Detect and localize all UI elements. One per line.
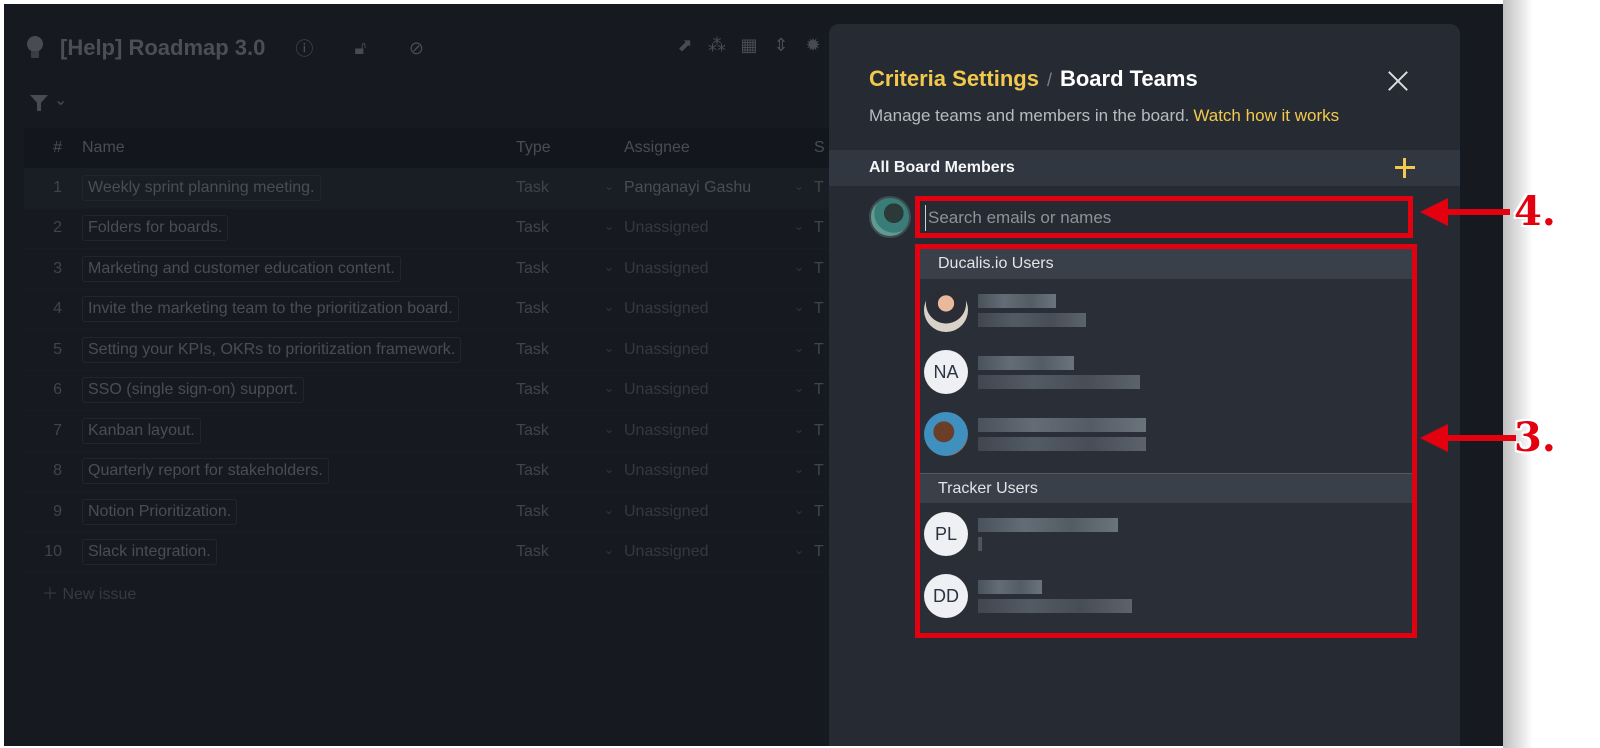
subtitle-text: Manage teams and members in the board. xyxy=(869,106,1190,125)
redacted-user-info xyxy=(978,579,1132,613)
avatar: PL xyxy=(924,512,968,556)
user-suggestion[interactable]: PL xyxy=(920,503,1412,565)
group-header-ducalis: Ducalis.io Users xyxy=(920,249,1412,279)
avatar: NA xyxy=(924,350,968,394)
callout-label-4: 4. xyxy=(1514,188,1556,235)
redacted-user-info xyxy=(978,293,1086,327)
window-shadow xyxy=(1503,0,1533,748)
user-suggestion[interactable] xyxy=(920,403,1412,465)
user-suggestion[interactable] xyxy=(920,279,1412,341)
redacted-user-info xyxy=(978,355,1140,389)
close-icon[interactable] xyxy=(1385,68,1411,94)
panel-subtitle: Manage teams and members in the board. Wa… xyxy=(869,106,1339,126)
all-members-label: All Board Members xyxy=(869,159,1015,176)
avatar xyxy=(924,412,968,456)
search-highlight-box xyxy=(915,196,1413,238)
avatar xyxy=(924,288,968,332)
board-teams-panel: Criteria Settings / Board Teams Manage t… xyxy=(829,24,1460,746)
search-input[interactable] xyxy=(925,205,1405,231)
redacted-user-info xyxy=(978,417,1146,451)
app-window: [Help] Roadmap 3.0 ⓘ 🔓︎ ⊘ ⬈ ⁂ ▦ ⇕ ✹ ⌄ # … xyxy=(4,4,1503,746)
callout-label-3: 3. xyxy=(1514,414,1556,461)
watch-how-it-works-link[interactable]: Watch how it works xyxy=(1193,106,1339,125)
group-header-tracker: Tracker Users xyxy=(920,473,1412,503)
breadcrumb-board-teams: Board Teams xyxy=(1059,66,1198,91)
avatar: DD xyxy=(924,574,968,618)
all-members-bar: All Board Members xyxy=(829,150,1460,186)
breadcrumb: Criteria Settings / Board Teams xyxy=(869,66,1198,92)
redacted-user-info xyxy=(978,517,1118,551)
add-member-plus-icon[interactable] xyxy=(1395,158,1415,178)
user-suggestions-dropdown: Ducalis.io Users NA Tracker Users PL DD xyxy=(915,244,1417,638)
current-user-avatar xyxy=(869,196,911,238)
breadcrumb-separator: / xyxy=(1046,70,1052,90)
breadcrumb-criteria-settings[interactable]: Criteria Settings xyxy=(869,66,1039,92)
user-suggestion[interactable]: NA xyxy=(920,341,1412,403)
user-suggestion[interactable]: DD xyxy=(920,565,1412,627)
